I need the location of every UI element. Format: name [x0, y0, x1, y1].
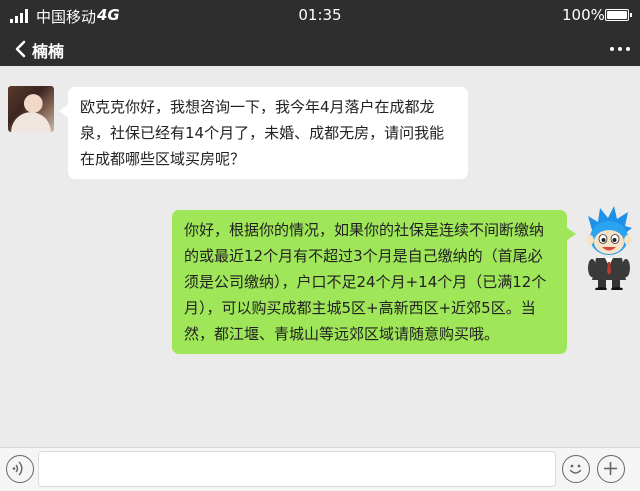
clock: 01:35 — [298, 6, 342, 24]
more-functions-button[interactable] — [597, 455, 625, 483]
chat-header: 楠楠 — [0, 30, 640, 66]
voice-button[interactable] — [6, 455, 34, 483]
message-input[interactable] — [38, 451, 556, 487]
emoji-icon — [569, 464, 582, 474]
chat-title: 楠楠 — [32, 42, 65, 61]
battery-icon — [605, 9, 632, 21]
plus-icon — [604, 462, 617, 475]
sent-message[interactable]: 你好，根据你的情况，如果你的社保是连续不间断缴纳的或最近12个月有不超过3个月是… — [172, 210, 576, 354]
received-message[interactable]: 欧克克你好，我想咨询一下，我今年4月落户在成都龙泉，社保已经有14个月了，未婚、… — [59, 87, 468, 179]
contact-avatar[interactable] — [8, 86, 54, 132]
user-avatar[interactable] — [584, 206, 634, 290]
chevron-left-icon[interactable] — [12, 39, 32, 59]
input-bar — [0, 447, 640, 491]
battery-percent: 100% — [562, 6, 605, 24]
voice-icon — [12, 461, 23, 476]
chat-area[interactable]: 欧克克你好，我想咨询一下，我今年4月落户在成都龙泉，社保已经有14个月了，未婚、… — [0, 66, 640, 447]
more-dots-icon[interactable] — [610, 47, 632, 53]
status-bar: 中国移动 4G 01:35 100% — [0, 0, 640, 30]
emoji-button[interactable] — [562, 455, 590, 483]
